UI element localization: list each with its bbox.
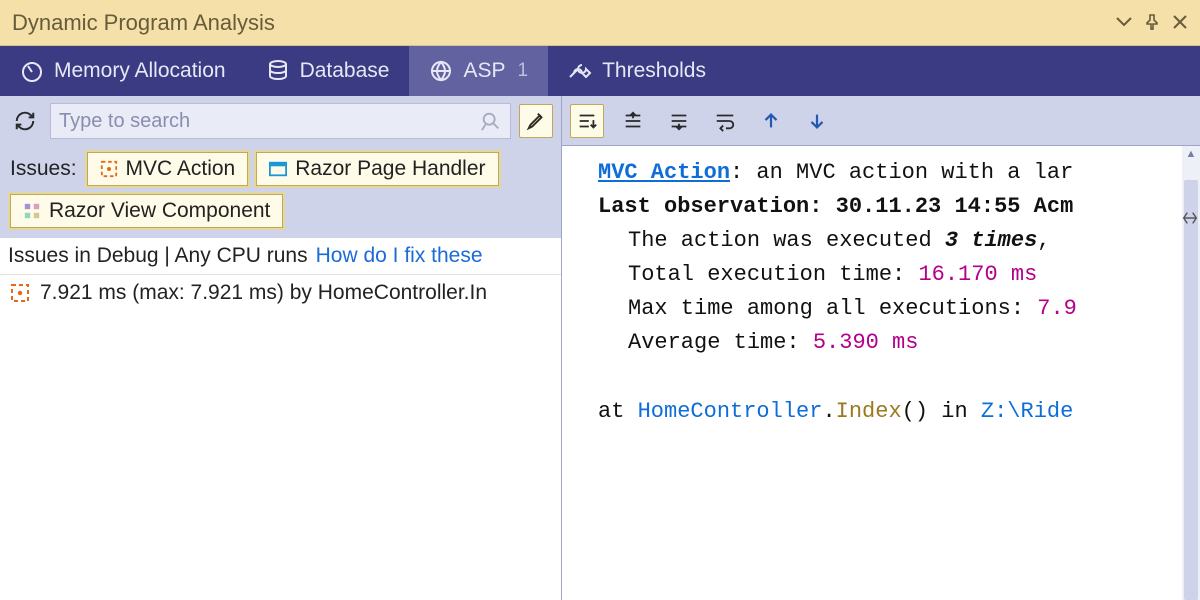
- window-title: Dynamic Program Analysis: [12, 10, 275, 36]
- filter-razor-page-handler[interactable]: Razor Page Handler: [256, 152, 498, 186]
- stack-dot: .: [822, 399, 835, 424]
- filter-razor-view-component[interactable]: Razor View Component: [10, 194, 283, 228]
- expand-button[interactable]: [662, 104, 696, 138]
- details-panel: MVC Action: an MVC action with a lar Las…: [562, 96, 1200, 600]
- tab-memory-allocation[interactable]: Memory Allocation: [0, 46, 246, 96]
- tab-badge: 1: [518, 60, 529, 82]
- chip-label: Razor Page Handler: [295, 157, 485, 181]
- section-header: Issues in Debug | Any CPU runs How do I …: [0, 238, 561, 275]
- total-label: Total execution time:: [628, 262, 918, 287]
- tab-database[interactable]: Database: [246, 46, 410, 96]
- nav-up-button[interactable]: [754, 104, 788, 138]
- right-toolbar: [562, 96, 1200, 146]
- exec-prefix: The action was executed: [628, 228, 945, 253]
- issues-panel: Issues: MVC Action Razor Page Handler Ra…: [0, 96, 562, 600]
- globe-icon: [429, 59, 453, 83]
- split-handle-icon[interactable]: [1180, 208, 1200, 228]
- title-bar: Dynamic Program Analysis: [0, 0, 1200, 46]
- target-icon: [10, 283, 30, 303]
- stack-class: HomeController: [638, 399, 823, 424]
- details-text: MVC Action: an MVC action with a lar Las…: [562, 146, 1200, 600]
- max-label: Max time among all executions:: [628, 296, 1037, 321]
- avg-label: Average time:: [628, 330, 813, 355]
- issue-row[interactable]: 7.921 ms (max: 7.921 ms) by HomeControll…: [0, 275, 561, 311]
- nav-down-button[interactable]: [800, 104, 834, 138]
- left-toolbar: [0, 96, 561, 146]
- search-icon: [480, 110, 502, 132]
- tab-label: Database: [300, 59, 390, 83]
- component-icon: [23, 202, 41, 220]
- collapse-button[interactable]: [616, 104, 650, 138]
- search-input[interactable]: [59, 110, 480, 133]
- wrench-icon: [568, 59, 592, 83]
- search-box[interactable]: [50, 103, 511, 139]
- tab-label: Memory Allocation: [54, 59, 226, 83]
- scroll-up-icon[interactable]: ▲: [1182, 146, 1200, 162]
- stack-paren: (): [902, 399, 942, 424]
- tab-label: Thresholds: [602, 59, 706, 83]
- wrap-toggle[interactable]: [708, 104, 742, 138]
- stack-method: Index: [836, 399, 902, 424]
- issue-kind-link[interactable]: MVC Action: [598, 160, 730, 185]
- filter-mvc-action[interactable]: MVC Action: [87, 152, 249, 186]
- tab-label: ASP: [463, 59, 505, 83]
- pin-icon[interactable]: [1144, 10, 1160, 36]
- tab-asp[interactable]: ASP 1: [409, 46, 548, 96]
- highlight-toggle[interactable]: [519, 104, 553, 138]
- chip-label: Razor View Component: [49, 199, 270, 223]
- exec-suffix: ,: [1037, 228, 1050, 253]
- help-link[interactable]: How do I fix these: [316, 244, 483, 268]
- close-icon[interactable]: [1172, 10, 1188, 36]
- exec-times: 3 times: [945, 228, 1037, 253]
- scroll-thumb[interactable]: [1184, 180, 1198, 600]
- last-observation-label: Last observation:: [598, 194, 822, 219]
- tab-thresholds[interactable]: Thresholds: [548, 46, 726, 96]
- avg-value: 5.390 ms: [813, 330, 919, 355]
- issue-text: 7.921 ms (max: 7.921 ms) by HomeControll…: [40, 281, 487, 305]
- stack-path: Z:\Ride: [981, 399, 1073, 424]
- window-icon: [269, 160, 287, 178]
- tab-strip: Memory Allocation Database ASP 1 Thresho…: [0, 46, 1200, 96]
- gauge-icon: [20, 59, 44, 83]
- expand-children-button[interactable]: [570, 104, 604, 138]
- total-value: 16.170 ms: [918, 262, 1037, 287]
- issue-kind-suffix: : an MVC action with a lar: [730, 160, 1073, 185]
- issue-filters: Issues: MVC Action Razor Page Handler Ra…: [0, 146, 561, 238]
- target-icon: [100, 160, 118, 178]
- max-value: 7.9: [1037, 296, 1077, 321]
- chip-label: MVC Action: [126, 157, 236, 181]
- section-title: Issues in Debug | Any CPU runs: [8, 244, 308, 268]
- database-icon: [266, 59, 290, 83]
- stack-at: at: [598, 399, 638, 424]
- dropdown-icon[interactable]: [1116, 10, 1132, 36]
- stack-in: in: [941, 399, 981, 424]
- refresh-button[interactable]: [8, 104, 42, 138]
- last-observation-value: 30.11.23 14:55 Acm: [836, 194, 1074, 219]
- issues-list: 7.921 ms (max: 7.921 ms) by HomeControll…: [0, 275, 561, 600]
- filters-label: Issues:: [10, 157, 77, 181]
